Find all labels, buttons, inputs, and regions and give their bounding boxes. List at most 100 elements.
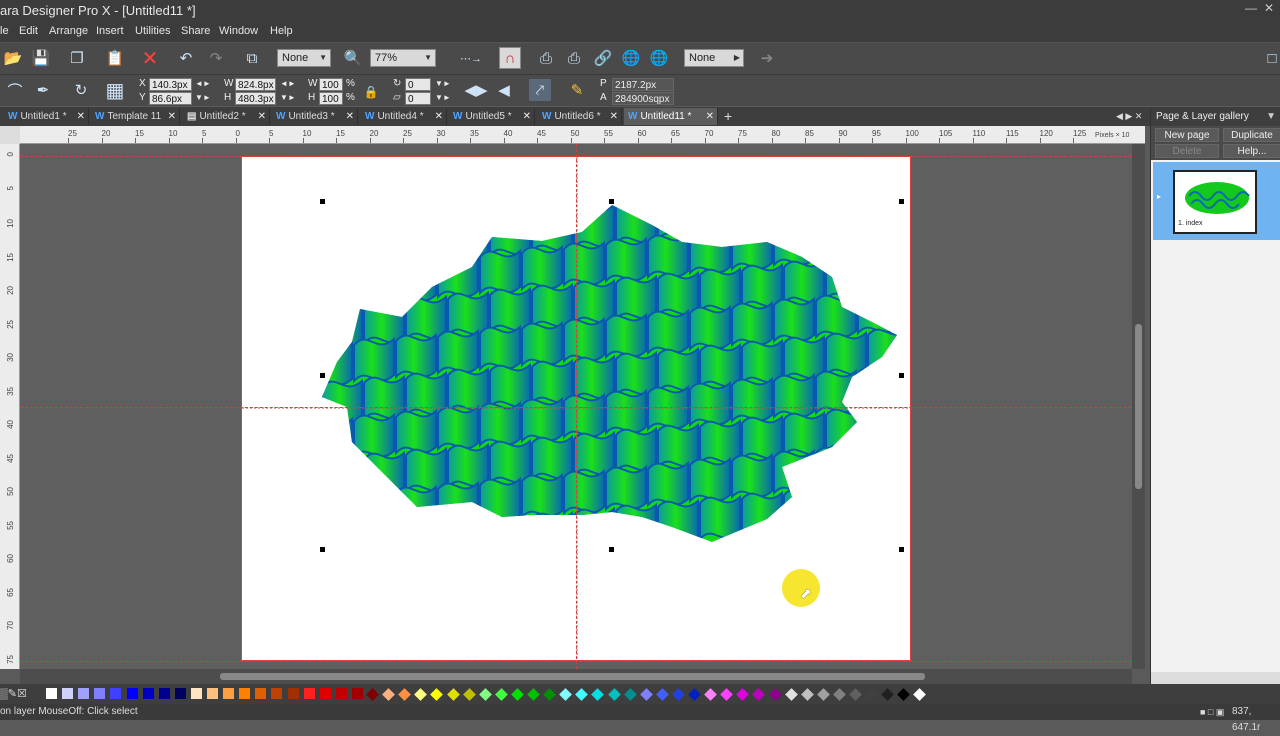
rotate-field[interactable]: 0 <box>405 78 431 91</box>
palette-swatch[interactable] <box>366 688 379 701</box>
pen-icon[interactable]: ⌒ <box>4 79 26 101</box>
move-icon[interactable]: ⤤ <box>529 79 551 101</box>
rotate-stepper-icon[interactable]: ▼► <box>435 77 451 90</box>
menu-utilities[interactable]: Utilities <box>135 25 170 37</box>
zoom-icon[interactable]: 🔍 <box>342 47 364 69</box>
ruler-icon[interactable]: ✎ <box>566 79 588 101</box>
flip-vertical-icon[interactable]: ◀ <box>493 79 515 101</box>
close-tab-icon[interactable]: ✕ <box>346 108 354 125</box>
palette-swatch[interactable] <box>494 688 508 701</box>
x-stepper-icon[interactable]: ◄► <box>195 77 211 90</box>
page-thumbnail-row[interactable]: ▸ 1. index <box>1153 162 1280 240</box>
palette-swatch[interactable] <box>816 688 830 701</box>
open-icon[interactable]: 📂 <box>2 47 24 69</box>
palette-swatch[interactable] <box>800 688 814 701</box>
skew-stepper-icon[interactable]: ▼► <box>435 91 451 104</box>
close-tab-icon[interactable]: ✕ <box>610 108 618 125</box>
palette-swatch[interactable] <box>174 688 186 699</box>
magnet-icon[interactable]: ∩ <box>499 47 521 69</box>
palette-swatch[interactable] <box>414 688 428 701</box>
palette-swatch[interactable] <box>271 688 283 699</box>
palette-swatch[interactable] <box>223 688 235 699</box>
print-icon[interactable]: ⎙ <box>535 47 557 69</box>
close-tab-icon[interactable]: ✕ <box>77 108 85 125</box>
palette-swatch[interactable] <box>591 688 605 701</box>
menu-arrange[interactable]: Arrange <box>49 25 88 37</box>
h-stepper-icon[interactable]: ▼► <box>280 91 296 104</box>
close-tab-icon[interactable]: ✕ <box>168 108 176 125</box>
palette-swatch[interactable] <box>527 688 540 701</box>
palette-swatch[interactable] <box>207 688 218 699</box>
palette-swatch[interactable] <box>752 688 766 701</box>
page-thumbnail[interactable]: 1. index <box>1173 170 1257 234</box>
palette-swatch[interactable] <box>190 688 202 699</box>
palette-swatch[interactable] <box>319 688 331 699</box>
menu-edit[interactable]: Edit <box>19 25 38 37</box>
palette-swatch[interactable] <box>511 688 524 701</box>
scale-h-field[interactable]: 100 <box>319 92 343 105</box>
selection-handle[interactable] <box>899 199 904 204</box>
zoom-dropdown[interactable]: 77% ▼ <box>370 49 436 67</box>
tab-template-11[interactable]: W Template 11 ✕ <box>91 108 180 125</box>
palette-swatch[interactable] <box>430 688 444 701</box>
snap-grid-icon[interactable]: ⋯→ <box>454 47 488 69</box>
palette-swatch[interactable] <box>142 688 154 699</box>
palette-swatch[interactable] <box>736 688 750 701</box>
palette-swatch[interactable] <box>78 688 90 699</box>
paste-icon[interactable]: 📋 <box>104 47 126 69</box>
palette-swatch[interactable] <box>704 688 717 701</box>
palette-swatch[interactable] <box>446 688 460 701</box>
palette-swatch[interactable] <box>607 688 621 701</box>
gallery-scrollbar[interactable] <box>1151 672 1280 684</box>
selection-handle[interactable] <box>609 547 614 552</box>
rotate-tool-icon[interactable]: ↻ <box>70 79 92 101</box>
palette-swatch[interactable] <box>398 688 412 701</box>
palette-swatch[interactable] <box>849 688 862 701</box>
link-icon[interactable]: 🔗 <box>592 47 614 69</box>
expand-icon[interactable]: ▸ <box>1157 192 1161 201</box>
y-field[interactable]: 86.6px <box>149 92 192 105</box>
palette-swatch[interactable] <box>382 688 395 701</box>
close-tab-icon[interactable]: ✕ <box>706 108 714 125</box>
palette-swatch[interactable] <box>833 688 846 701</box>
feather-dropdown[interactable]: None ▶ <box>684 49 744 67</box>
scale-w-field[interactable]: 100 <box>319 78 343 91</box>
height-field[interactable]: 480.3px <box>235 92 276 105</box>
help-button[interactable]: Help... <box>1223 144 1280 158</box>
quality-dropdown[interactable]: None ▼ <box>277 49 331 67</box>
palette-swatch[interactable] <box>865 688 878 701</box>
palette-swatch[interactable] <box>158 688 170 699</box>
export-icon[interactable]: ⎙ <box>563 47 585 69</box>
delete-button[interactable]: Delete <box>1155 144 1219 158</box>
undo-icon[interactable]: ↶ <box>175 47 197 69</box>
close-tab-icon[interactable]: ✕ <box>435 108 443 125</box>
w-stepper-icon[interactable]: ◄► <box>280 77 296 90</box>
tab-untitled6[interactable]: W Untitled6 * ✕ <box>538 108 622 125</box>
palette-swatch[interactable] <box>110 688 122 699</box>
selection-handle[interactable] <box>320 547 325 552</box>
palette-swatch[interactable] <box>255 688 267 699</box>
palette-swatch[interactable] <box>784 688 798 701</box>
y-stepper-icon[interactable]: ▼► <box>195 91 211 104</box>
tab-untitled2[interactable]: ▤ Untitled2 * ✕ <box>183 108 270 125</box>
menu-help[interactable]: Help <box>270 25 293 37</box>
palette-swatch[interactable] <box>46 688 57 699</box>
arrow-right-icon[interactable]: ➔ <box>756 47 778 69</box>
horizontal-ruler[interactable]: 25 20 15 10 5 0 5 10 15 20 25 30 35 40 45 50 55 60 65 70 75 8… <box>20 126 1145 144</box>
zoom-to-page-icon[interactable]: ⧉ <box>241 47 263 69</box>
selection-handle[interactable] <box>899 547 904 552</box>
palette-swatch[interactable] <box>768 688 782 701</box>
palette-swatch[interactable] <box>688 688 701 701</box>
palette-swatch[interactable] <box>559 688 573 701</box>
pin-icon[interactable]: ▼ <box>1266 107 1276 126</box>
palette-swatch[interactable] <box>287 688 299 699</box>
selection-handle[interactable] <box>320 373 325 378</box>
no-colour-icon[interactable]: ▒✎☒ <box>0 687 27 700</box>
palette-swatch[interactable] <box>623 688 637 701</box>
palette-swatch[interactable] <box>94 688 106 699</box>
palette-swatch[interactable] <box>881 688 895 701</box>
tab-untitled5[interactable]: W Untitled5 * ✕ <box>449 108 535 125</box>
web-properties-icon[interactable]: 🌐 <box>620 47 642 69</box>
vertical-scrollbar[interactable] <box>1132 144 1145 669</box>
redo-icon[interactable]: ↷ <box>205 47 227 69</box>
